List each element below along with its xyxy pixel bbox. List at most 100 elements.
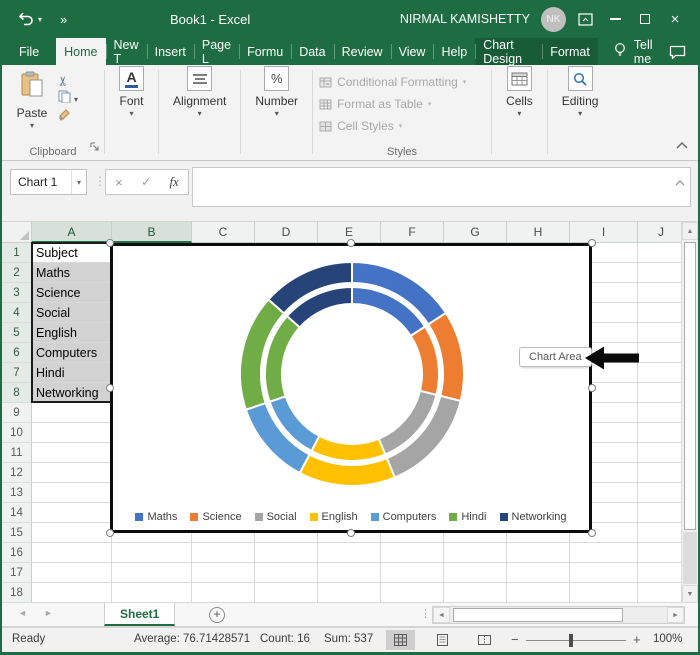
- row-header-9[interactable]: 9: [2, 403, 32, 423]
- enter-icon[interactable]: ✓: [141, 175, 151, 189]
- cell-I16[interactable]: [570, 543, 638, 563]
- cell-A15[interactable]: [32, 523, 112, 543]
- cell-A17[interactable]: [32, 563, 112, 583]
- cell-J4[interactable]: [638, 303, 685, 323]
- cell-E16[interactable]: [318, 543, 381, 563]
- column-header-J[interactable]: J: [638, 222, 685, 243]
- cell-J17[interactable]: [638, 563, 685, 583]
- cell-J18[interactable]: [638, 583, 685, 603]
- column-header-A[interactable]: A: [32, 222, 112, 243]
- comments-button[interactable]: [669, 38, 686, 65]
- cell-A1[interactable]: Subject: [32, 243, 112, 263]
- chart-area[interactable]: Maths Science Social English Computers Hindi N…: [106, 239, 596, 537]
- row-header-14[interactable]: 14: [2, 503, 32, 523]
- cell-D16[interactable]: [255, 543, 318, 563]
- cell-J9[interactable]: [638, 403, 685, 423]
- cell-C18[interactable]: [192, 583, 255, 603]
- row-header-7[interactable]: 7: [2, 363, 32, 383]
- name-box-dropdown-caret[interactable]: ▾: [70, 170, 86, 194]
- chart-resize-handle[interactable]: [347, 529, 355, 537]
- undo-icon[interactable]: [18, 12, 34, 26]
- scroll-up-arrow[interactable]: ▲: [682, 222, 698, 240]
- cell-B18[interactable]: [112, 583, 192, 603]
- tab-formu[interactable]: Formu: [239, 38, 291, 65]
- cut-icon[interactable]: ✂: [55, 75, 71, 86]
- row-header-8[interactable]: 8: [2, 383, 32, 403]
- ribbon-display-options-icon[interactable]: [570, 0, 600, 38]
- cell-A5[interactable]: English: [32, 323, 112, 343]
- copy-icon[interactable]: [58, 90, 71, 108]
- row-header-15[interactable]: 15: [2, 523, 32, 543]
- horizontal-scrollbar[interactable]: ◄ ►: [432, 606, 685, 624]
- row-header-6[interactable]: 6: [2, 343, 32, 363]
- cell-A16[interactable]: [32, 543, 112, 563]
- column-header-F[interactable]: F: [381, 222, 444, 243]
- previous-sheet-arrow[interactable]: ◄: [18, 608, 27, 618]
- horizontal-scrollbar-thumb[interactable]: [453, 608, 623, 622]
- cell-H17[interactable]: [507, 563, 570, 583]
- format-as-table-button[interactable]: Format as Table ▾: [319, 93, 491, 115]
- zoom-slider-handle[interactable]: [569, 634, 573, 647]
- legend-item-hindi[interactable]: Hindi: [449, 511, 487, 523]
- cell-J2[interactable]: [638, 263, 685, 283]
- cell-G17[interactable]: [444, 563, 507, 583]
- cell-A18[interactable]: [32, 583, 112, 603]
- column-header-D[interactable]: D: [255, 222, 318, 243]
- tab-page-l[interactable]: Page L: [193, 38, 239, 66]
- collapse-ribbon-icon[interactable]: [676, 136, 688, 154]
- cell-A14[interactable]: [32, 503, 112, 523]
- cell-J6[interactable]: [638, 343, 685, 363]
- zoom-level[interactable]: 100%: [653, 633, 682, 645]
- zoom-in-button[interactable]: +: [633, 632, 641, 647]
- row-header-10[interactable]: 10: [2, 423, 32, 443]
- maximize-button[interactable]: [630, 0, 660, 38]
- tab-view[interactable]: View: [390, 38, 434, 65]
- donut-segment-english-inner[interactable]: [310, 434, 387, 462]
- column-header-B[interactable]: B: [112, 222, 192, 243]
- vertical-scrollbar-track[interactable]: [683, 532, 697, 584]
- insert-function-icon[interactable]: fx: [169, 174, 178, 190]
- copy-dropdown-caret[interactable]: ▾: [74, 95, 78, 104]
- cancel-icon[interactable]: ×: [115, 175, 123, 190]
- number-group-button[interactable]: % Number ▾: [241, 66, 312, 160]
- row-header-12[interactable]: 12: [2, 463, 32, 483]
- page-break-preview-button[interactable]: [470, 630, 499, 650]
- cell-A4[interactable]: Social: [32, 303, 112, 323]
- cell-J13[interactable]: [638, 483, 685, 503]
- row-header-17[interactable]: 17: [2, 563, 32, 583]
- paste-dropdown-caret[interactable]: ▾: [30, 121, 34, 130]
- cell-I18[interactable]: [570, 583, 638, 603]
- vertical-scrollbar-thumb[interactable]: [684, 242, 696, 530]
- normal-view-button[interactable]: [386, 630, 415, 650]
- cell-J5[interactable]: [638, 323, 685, 343]
- row-header-13[interactable]: 13: [2, 483, 32, 503]
- cell-J7[interactable]: [638, 363, 685, 383]
- new-sheet-button[interactable]: +: [209, 607, 225, 623]
- row-header-2[interactable]: 2: [2, 263, 32, 283]
- cell-B17[interactable]: [112, 563, 192, 583]
- cell-D17[interactable]: [255, 563, 318, 583]
- tab-chart-design[interactable]: Chart Design: [475, 38, 543, 66]
- cell-A2[interactable]: Maths: [32, 263, 112, 283]
- cell-D18[interactable]: [255, 583, 318, 603]
- expand-formula-bar-icon[interactable]: [675, 173, 685, 191]
- next-sheet-arrow[interactable]: ►: [44, 608, 53, 618]
- row-header-1[interactable]: 1: [2, 243, 32, 263]
- vertical-scrollbar[interactable]: ▲ ▼: [681, 222, 698, 603]
- chart-resize-handle[interactable]: [347, 239, 355, 247]
- cell-styles-button[interactable]: Cell Styles ▾: [319, 115, 491, 137]
- cell-J15[interactable]: [638, 523, 685, 543]
- legend-item-science[interactable]: Science: [190, 511, 242, 523]
- legend-item-social[interactable]: Social: [254, 511, 297, 523]
- cell-F17[interactable]: [381, 563, 444, 583]
- undo-dropdown-caret[interactable]: ▾: [38, 15, 42, 24]
- cells-group-button[interactable]: Cells ▾: [492, 66, 547, 160]
- cell-E18[interactable]: [318, 583, 381, 603]
- clipboard-dialog-launcher-icon[interactable]: [90, 139, 100, 157]
- legend-item-maths[interactable]: Maths: [135, 511, 177, 523]
- cell-A3[interactable]: Science: [32, 283, 112, 303]
- column-header-H[interactable]: H: [507, 222, 570, 243]
- tab-file[interactable]: File: [2, 38, 56, 65]
- chart-resize-handle[interactable]: [106, 239, 114, 247]
- cell-A10[interactable]: [32, 423, 112, 443]
